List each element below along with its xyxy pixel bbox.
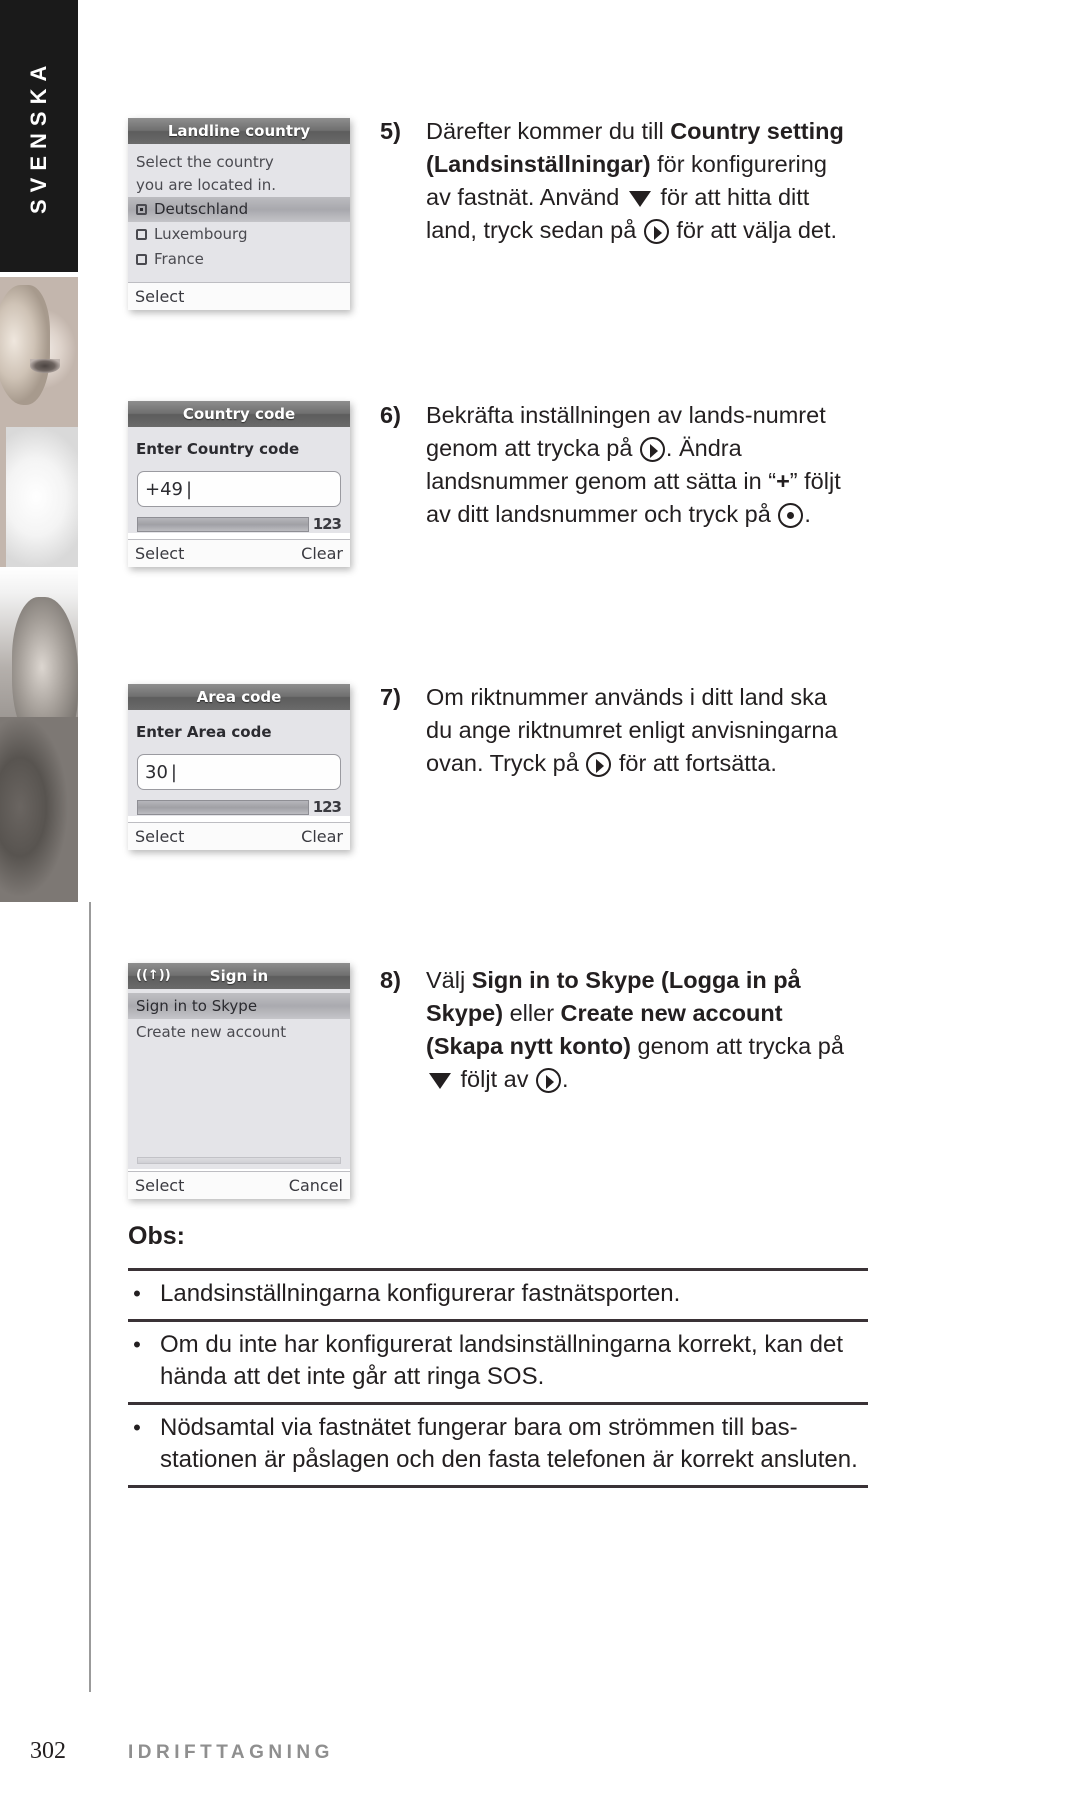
country-code-input[interactable]: +49 |	[137, 471, 341, 507]
scroll-indicator-row	[137, 1151, 341, 1169]
screen-body: Enter Country code +49 | 123	[128, 427, 350, 533]
photo-woman-laughing	[0, 277, 78, 577]
decorative-photo-strip	[0, 277, 78, 902]
content-column: Landline country Select the country you …	[128, 0, 868, 1798]
step-number-5: 5)	[380, 118, 401, 144]
softkey-bar: Select Cancel	[128, 1171, 350, 1199]
screen-title-label: Sign in	[209, 967, 269, 985]
phone-screen-landline-country: Landline country Select the country you …	[128, 118, 350, 310]
center-key-icon	[778, 503, 804, 528]
obs-list-item: • Nödsamtal via fastnätet fungerar bara …	[128, 1402, 868, 1488]
ime-mode-label: 123	[312, 798, 342, 816]
softkey-bar: Select Clear	[128, 539, 350, 567]
manual-page: SVENSKA Landline country Select the coun…	[0, 0, 1080, 1798]
step-text-7: Om riktnummer används i ditt land ska du…	[426, 684, 838, 777]
softkey-bar: Select	[128, 282, 350, 310]
page-number: 302	[30, 1738, 66, 1764]
text-caret: |	[170, 761, 177, 783]
ime-indicator-row: 123	[137, 798, 342, 816]
screen-title-bar: Country code	[128, 401, 350, 427]
softkey-bar: Select Clear	[128, 822, 350, 850]
ime-mode-label: 123	[312, 515, 342, 533]
obs-heading: Obs:	[128, 1222, 185, 1250]
right-select-key-icon	[643, 219, 669, 244]
menu-item-create-new-account[interactable]: Create new account	[128, 1019, 350, 1045]
photo-hair-shape	[0, 285, 50, 405]
step-number-8: 8)	[380, 967, 401, 993]
language-tab: SVENSKA	[0, 0, 78, 272]
step-text-8: Välj Sign in to Skype (Logga in på Skype…	[426, 967, 844, 1093]
country-option-label: Deutschland	[154, 200, 249, 218]
screen-body: Enter Area code 30 | 123	[128, 710, 350, 816]
country-option-luxembourg[interactable]: Luxembourg	[128, 222, 350, 247]
screen-title-bar: Area code	[128, 684, 350, 710]
screen-title-bar: Landline country	[128, 118, 350, 144]
obs-list-item: • Om du inte har konfigurerat landsinstä…	[128, 1319, 868, 1402]
step-number-7: 7)	[380, 684, 401, 710]
menu-item-sign-in-to-skype[interactable]: Sign in to Skype	[128, 993, 350, 1019]
softkey-left-select[interactable]: Select	[135, 544, 184, 563]
radio-unselected-icon	[136, 229, 147, 240]
country-option-france[interactable]: France	[128, 247, 350, 272]
softkey-left-select[interactable]: Select	[135, 287, 184, 306]
screen-spacer	[128, 272, 350, 282]
obs-item-text: Landsinställningarna konfigurerar fastnä…	[160, 1280, 681, 1307]
text-caret: |	[186, 478, 193, 500]
screen-title-bar: ((↑)) Sign in	[128, 963, 350, 989]
softkey-right-clear[interactable]: Clear	[301, 544, 343, 563]
softkey-right-cancel[interactable]: Cancel	[289, 1176, 343, 1195]
area-code-input[interactable]: 30 |	[137, 754, 341, 790]
prompt-line-2: you are located in.	[136, 176, 276, 194]
step-number-6: 6)	[380, 402, 401, 428]
down-arrow-icon	[628, 191, 651, 207]
obs-list-item: • Landsinställningarna konfigurerar fast…	[128, 1268, 868, 1319]
country-option-label: Luxembourg	[154, 225, 248, 243]
right-select-key-icon	[535, 1068, 561, 1093]
screen-heading: Enter Country code	[136, 440, 300, 458]
bullet-icon: •	[133, 1415, 141, 1440]
photo-smile-shape	[30, 359, 60, 373]
softkey-left-select[interactable]: Select	[135, 827, 184, 846]
screen-empty-area	[128, 1045, 350, 1143]
right-select-key-icon	[639, 437, 665, 462]
country-option-label: France	[154, 250, 204, 268]
phone-screen-country-code: Country code Enter Country code +49 | 123…	[128, 401, 350, 567]
screen-body: Sign in to Skype Create new account	[128, 989, 350, 1169]
down-arrow-icon	[429, 1073, 451, 1089]
obs-item-text: Nödsamtal via fastnätet fungerar bara om…	[160, 1414, 858, 1473]
phone-screen-area-code: Area code Enter Area code 30 | 123 Select…	[128, 684, 350, 850]
right-select-key-icon	[586, 752, 612, 777]
photo-person-seated	[0, 567, 78, 902]
bullet-icon: •	[133, 1281, 141, 1306]
radio-selected-icon	[136, 204, 147, 215]
footer-section-title: IDRIFTTAGNING	[128, 1742, 334, 1763]
step-text-6: Bekräfta inställningen av lands-numret g…	[426, 402, 841, 528]
softkey-left-select[interactable]: Select	[135, 1176, 184, 1195]
screen-heading: Enter Area code	[136, 723, 272, 741]
signal-icon: ((↑))	[136, 968, 171, 983]
ime-progress-bar	[137, 516, 309, 532]
obs-item-text: Om du inte har konfigurerat landsinställ…	[160, 1331, 844, 1390]
prompt-line-1: Select the country	[136, 153, 274, 171]
phone-screen-sign-in: ((↑)) Sign in Sign in to Skype Create ne…	[128, 963, 350, 1199]
scrollbar[interactable]	[137, 1156, 341, 1164]
screen-body: Select the country you are located in. D…	[128, 144, 350, 282]
country-option-deutschland[interactable]: Deutschland	[128, 197, 350, 222]
ime-indicator-row: 123	[137, 515, 342, 533]
area-code-value: 30	[145, 761, 168, 783]
softkey-right-clear[interactable]: Clear	[301, 827, 343, 846]
ime-progress-bar	[137, 799, 309, 815]
step-text-5: Därefter kommer du till Country setting …	[426, 118, 844, 244]
bullet-icon: •	[133, 1332, 141, 1357]
obs-list: • Landsinställningarna konfigurerar fast…	[128, 1268, 868, 1488]
left-margin-rule	[89, 902, 91, 1692]
radio-unselected-icon	[136, 254, 147, 265]
language-tab-label: SVENSKA	[26, 58, 51, 214]
country-code-value: +49	[145, 478, 183, 500]
